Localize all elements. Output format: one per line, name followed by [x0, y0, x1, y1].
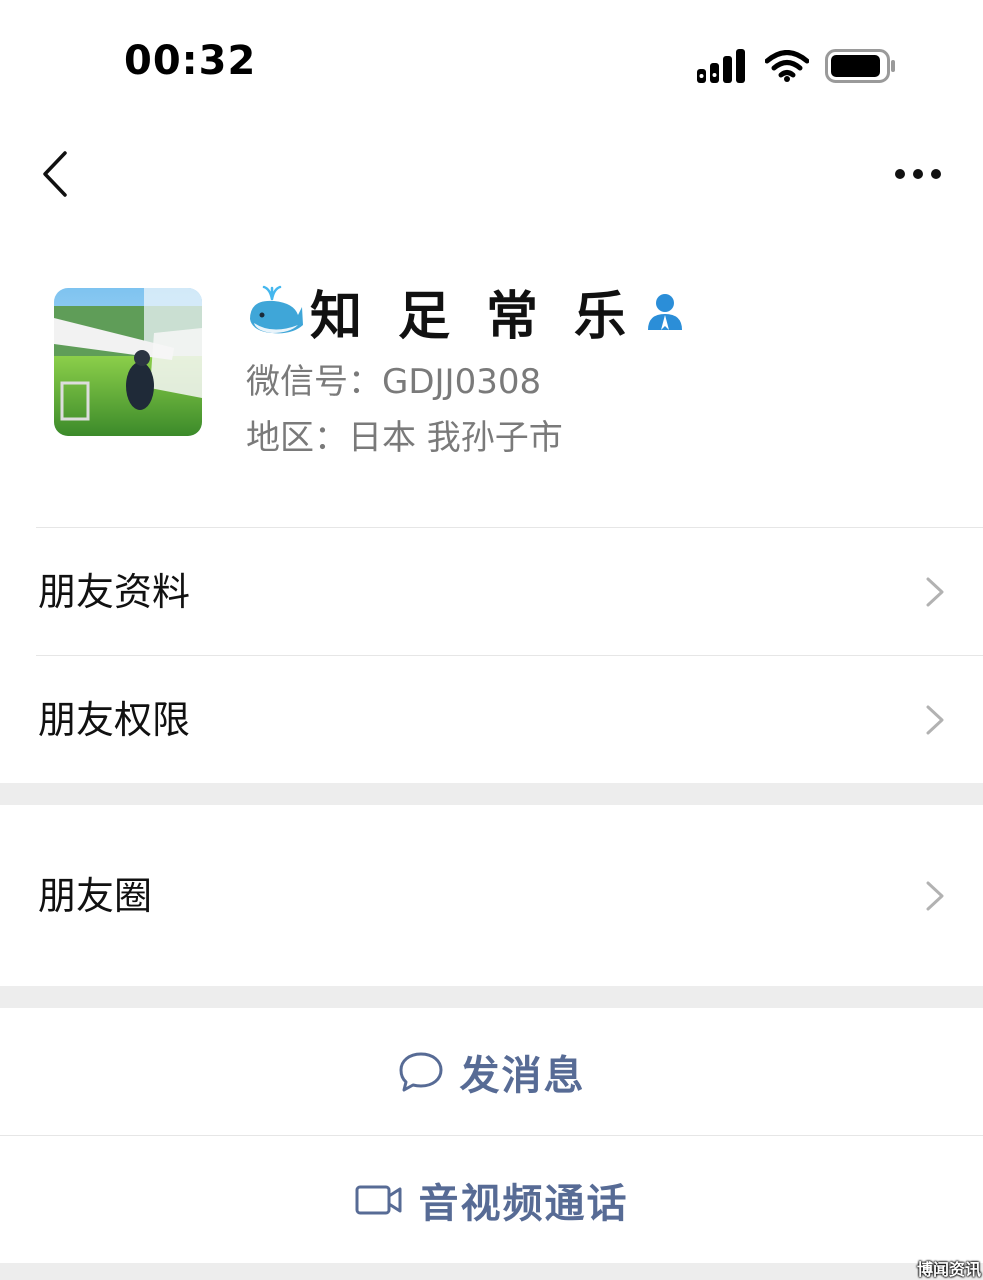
send-message-label: 发消息 [459, 1053, 586, 1099]
divider [36, 527, 983, 528]
region: 地区：日本 我孙子市 [246, 418, 563, 458]
status-icons [697, 46, 897, 86]
chevron-right-icon [926, 705, 944, 735]
send-message-button[interactable]: 发消息 [0, 1009, 983, 1135]
status-time: 00:32 [124, 38, 257, 84]
menu-item-moments[interactable]: 朋友圈 [0, 833, 983, 959]
video-camera-icon [355, 1185, 401, 1215]
section-separator [0, 1263, 983, 1280]
more-dots-icon [895, 169, 941, 179]
battery-icon [825, 49, 895, 83]
video-call-label: 音视频通话 [418, 1181, 629, 1227]
section-separator [0, 783, 983, 805]
avatar[interactable] [54, 288, 202, 436]
wifi-icon [765, 50, 809, 82]
signal-icon [697, 49, 745, 83]
menu-item-label: 朋友资料 [38, 570, 191, 614]
divider [0, 1135, 983, 1136]
chevron-left-icon [43, 151, 67, 197]
whale-icon [250, 285, 303, 334]
menu-item-label: 朋友权限 [38, 698, 191, 742]
menu-item-friend-permissions[interactable]: 朋友权限 [0, 657, 983, 783]
chevron-right-icon [926, 881, 944, 911]
menu-item-friend-info[interactable]: 朋友资料 [0, 529, 983, 655]
section-separator [0, 986, 983, 1008]
video-call-button[interactable]: 音视频通话 [0, 1137, 983, 1263]
more-button[interactable] [883, 154, 953, 194]
verified-user-icon [648, 294, 683, 330]
menu-item-label: 朋友圈 [38, 874, 153, 918]
wechat-id: 微信号：GDJJ0308 [246, 362, 542, 402]
back-button[interactable] [30, 144, 80, 204]
profile-name-row: 知足常乐 [246, 276, 686, 347]
profile-header: 知足常乐 微信号：GDJJ0308 地区：日本 我孙子市 [0, 270, 983, 490]
chat-bubble-icon [399, 1052, 442, 1092]
chevron-right-icon [926, 577, 944, 607]
status-bar: 00:32 [0, 0, 983, 120]
divider [36, 655, 983, 656]
profile-name: 知足常乐 [310, 286, 663, 347]
watermark: 博闻资讯 [916, 1260, 981, 1279]
navigation-bar [0, 130, 983, 220]
